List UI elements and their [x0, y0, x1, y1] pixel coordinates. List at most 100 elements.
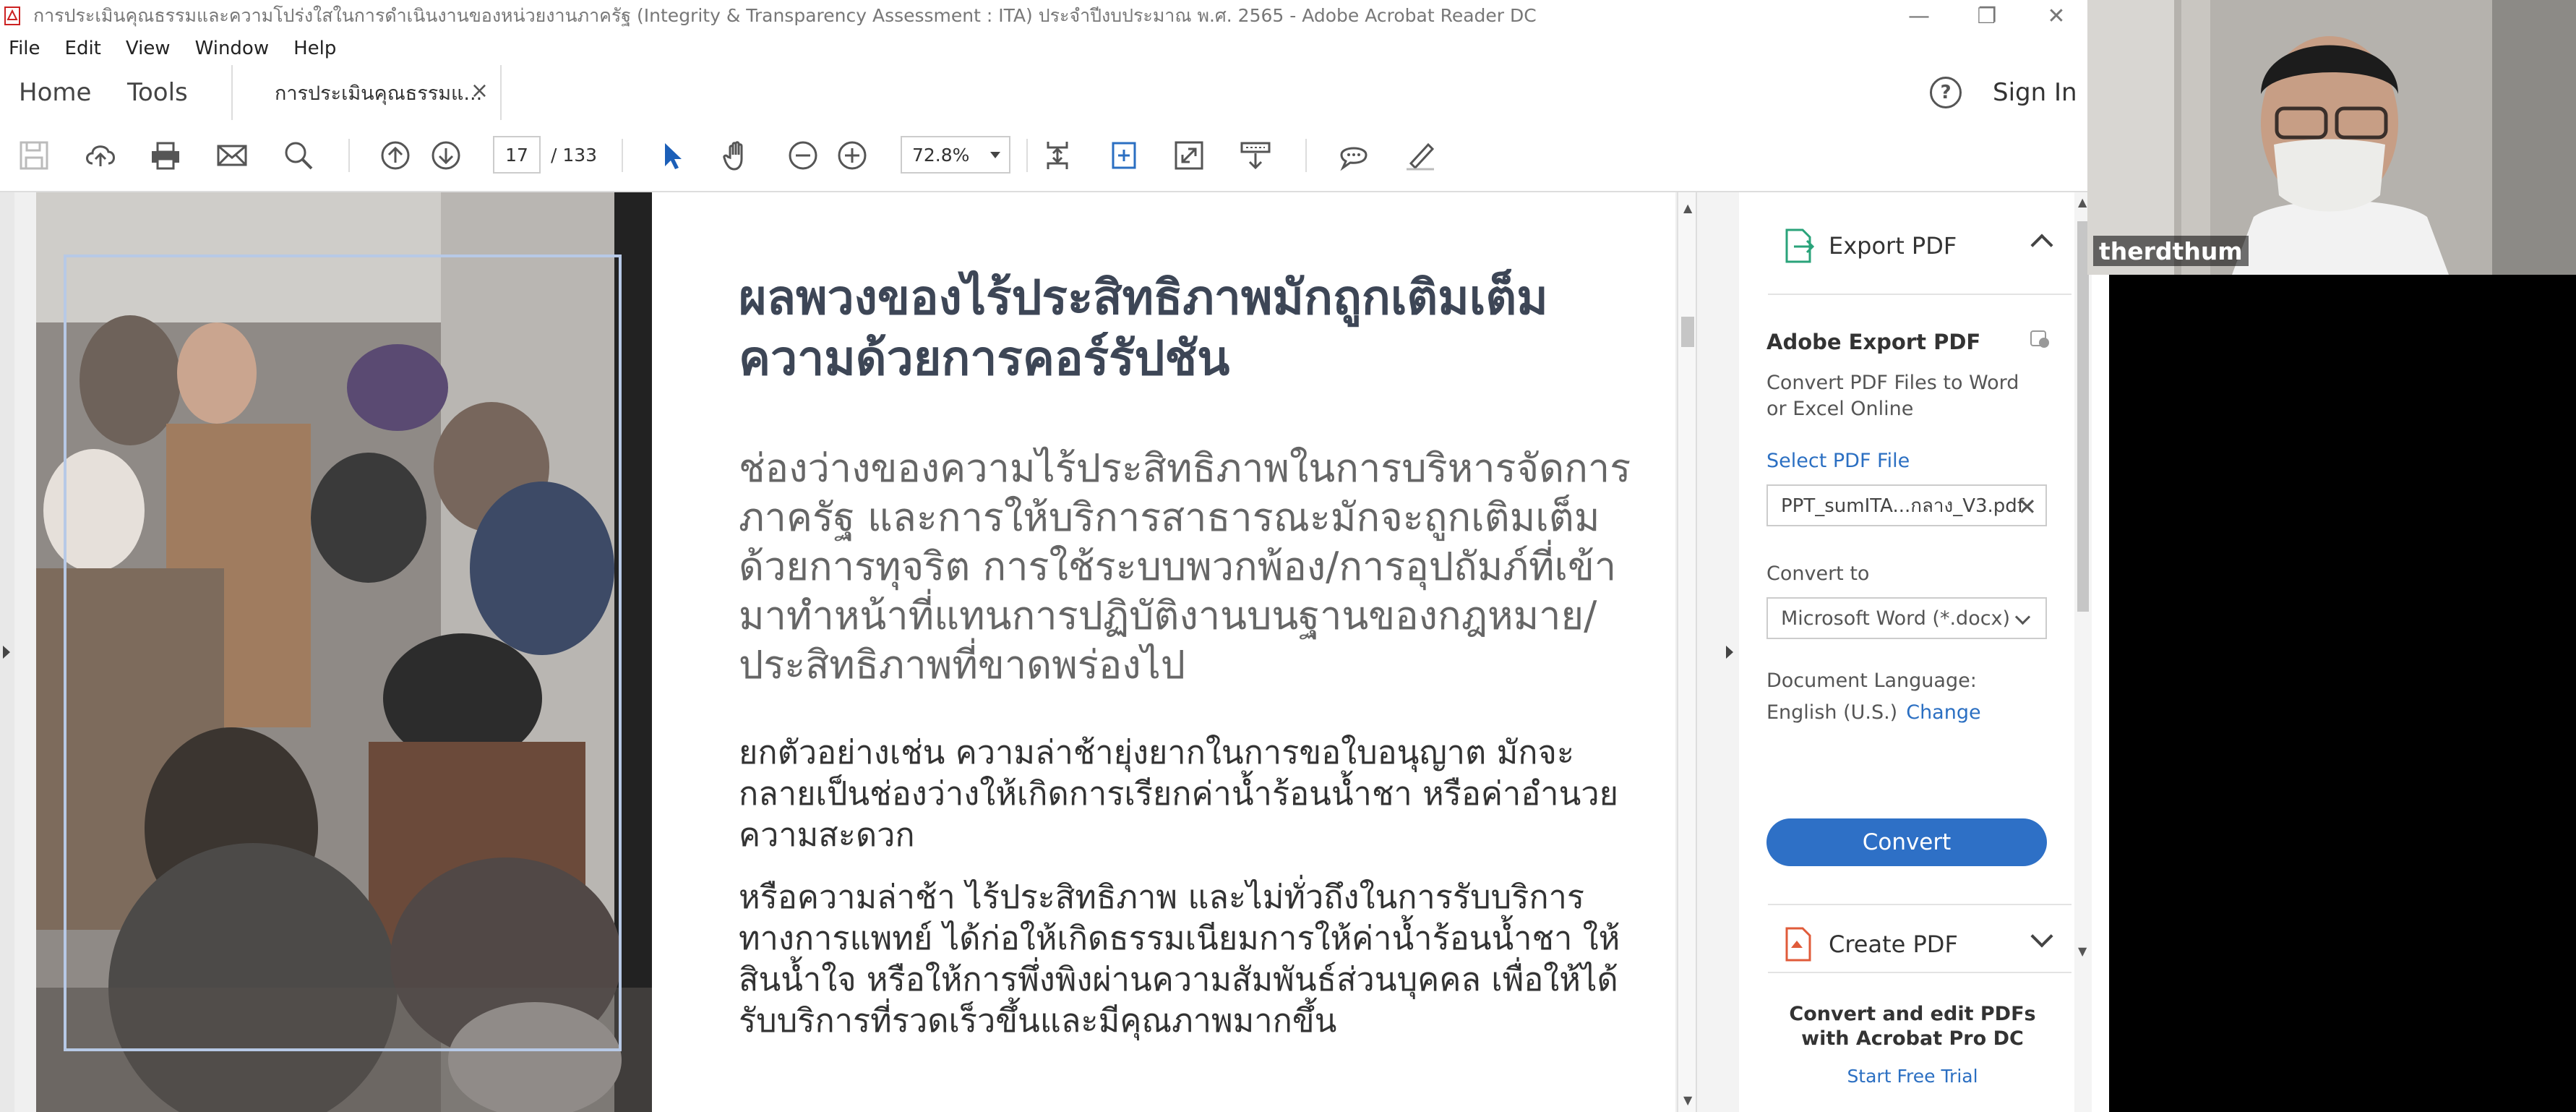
- video-thumbnail: therdthum: [2087, 0, 2576, 275]
- create-pdf-header[interactable]: Create PDF: [1782, 924, 2053, 965]
- convert-to-label: Convert to: [1766, 563, 1870, 585]
- full-screen-icon[interactable]: [1171, 137, 1207, 174]
- scroll-down-icon[interactable]: ▼: [1683, 1093, 1692, 1107]
- slide-paragraph-2: ยกตัวอย่างเช่น ความล่าช้ายุ่งยากในการขอใ…: [739, 733, 1618, 854]
- export-description: Convert PDF Files to Word or Excel Onlin…: [1766, 372, 2019, 420]
- right-pane-toggle[interactable]: [1696, 192, 1740, 1112]
- zoom-level-select[interactable]: 72.8%: [901, 136, 1010, 174]
- menu-help[interactable]: Help: [293, 38, 336, 59]
- sign-in-button[interactable]: Sign In: [1993, 65, 2077, 120]
- scroll-up-icon[interactable]: ▲: [2078, 195, 2087, 209]
- window-title: การประเมินคุณธรรมและความโปร่งใสในการดำเน…: [33, 5, 1537, 26]
- select-pdf-file-link[interactable]: Select PDF File: [1766, 450, 1910, 472]
- chevron-down-icon[interactable]: [2030, 925, 2053, 948]
- page-number-input[interactable]: 17: [493, 136, 541, 174]
- comment-icon[interactable]: [1336, 137, 1372, 174]
- export-pdf-icon: [1785, 228, 1814, 263]
- create-pdf-icon: [1785, 927, 1811, 962]
- acrobat-window: การประเมินคุณธรรมและความโปร่งใสในการดำเน…: [0, 0, 2109, 1112]
- toolbar: 17 / 133 72.8%: [0, 120, 2109, 192]
- tools-pane: Export PDF Adobe Export PDF Convert PDF …: [1739, 192, 2087, 1112]
- page-down-icon[interactable]: [428, 137, 464, 174]
- create-pdf-title: Create PDF: [1829, 931, 1958, 958]
- hand-icon[interactable]: [718, 137, 755, 174]
- menu-edit[interactable]: Edit: [65, 38, 101, 59]
- pro-promo-text: Convert and edit PDFs with Acrobat Pro D…: [1789, 1003, 2036, 1050]
- menu-file[interactable]: File: [9, 38, 40, 59]
- document-language-label: Document Language:: [1766, 670, 1977, 692]
- crowd-photo: [36, 192, 652, 1112]
- language-value: English (U.S.): [1766, 701, 1898, 724]
- chevron-up-icon[interactable]: [2030, 234, 2053, 257]
- chevron-down-icon: [2014, 609, 2031, 625]
- scroll-mode-icon[interactable]: [1237, 137, 1274, 174]
- highlight-pen-icon[interactable]: [1402, 137, 1438, 174]
- convert-button[interactable]: Convert: [1766, 818, 2047, 866]
- selected-file-field[interactable]: PPT_sumITA...กลาง_V3.pdf ✕: [1766, 484, 2047, 526]
- participant-video: [2087, 0, 2576, 275]
- export-settings-icon[interactable]: [2028, 327, 2051, 350]
- page-total: / 133: [551, 144, 598, 166]
- toolbar-separator: [348, 139, 350, 172]
- toolbar-separator: [622, 139, 623, 172]
- tab-document[interactable]: การประเมินคุณธรรมแ... ×: [231, 65, 502, 120]
- fit-page-icon[interactable]: [1039, 137, 1076, 174]
- collapse-arrow-icon: [1726, 646, 1733, 659]
- zoom-out-icon[interactable]: [785, 137, 821, 174]
- zoom-level-value: 72.8%: [912, 144, 970, 166]
- slide-paragraph-3: หรือความล่าช้า ไร้ประสิทธิภาพ และไม่ทั่ว…: [739, 878, 1620, 1040]
- adobe-export-pdf-title: Adobe Export PDF: [1766, 330, 1981, 354]
- page-up-icon[interactable]: [377, 137, 413, 174]
- tools-pane-scrollbar[interactable]: ▲ ▼: [2074, 192, 2092, 1112]
- acrobat-logo-icon: [3, 7, 22, 25]
- photo-frame: [64, 255, 622, 1051]
- title-bar: การประเมินคุณธรรมและความโปร่งใสในการดำเน…: [0, 0, 2109, 32]
- close-tab-icon[interactable]: ×: [471, 78, 489, 103]
- slide-paragraph-1: ช่องว่างของความไร้ประสิทธิภาพในการบริหาร…: [739, 445, 1631, 688]
- panel-divider: [1768, 294, 2071, 295]
- export-pdf-header[interactable]: Export PDF: [1782, 226, 2053, 266]
- slide-heading: ผลพวงของไร้ประสิทธิภาพมักถูกเติมเต็มความ…: [739, 270, 1548, 386]
- toolbar-separator: [1305, 139, 1307, 172]
- panel-divider: [1768, 972, 2071, 973]
- document-scrollbar[interactable]: ▲ ▼: [1677, 192, 1697, 1112]
- document-viewport[interactable]: ผลพวงของไร้ประสิทธิภาพมักถูกเติมเต็มความ…: [0, 192, 1697, 1112]
- scroll-down-icon[interactable]: ▼: [2078, 944, 2087, 958]
- start-free-trial-link[interactable]: Start Free Trial: [1768, 1066, 2057, 1087]
- close-button[interactable]: ✕: [2017, 0, 2096, 32]
- participant-name: therdthum: [2093, 236, 2249, 266]
- menu-bar: File Edit View Window Help: [0, 32, 2109, 65]
- zoom-in-icon[interactable]: [834, 137, 870, 174]
- menu-view[interactable]: View: [126, 38, 171, 59]
- selected-file-name: PPT_sumITA...กลาง_V3.pdf: [1781, 495, 2024, 517]
- print-icon[interactable]: [147, 137, 184, 174]
- search-icon[interactable]: [280, 137, 317, 174]
- scroll-up-icon[interactable]: ▲: [1683, 201, 1692, 215]
- tab-document-label: การประเมินคุณธรรมแ...: [275, 82, 483, 105]
- tab-bar: Home Tools การประเมินคุณธรรมแ... × ? Sig…: [0, 65, 2109, 121]
- select-cursor-icon[interactable]: [653, 137, 690, 174]
- help-icon[interactable]: ?: [1930, 77, 1962, 108]
- scrollbar-thumb[interactable]: [1681, 317, 1694, 347]
- export-pdf-title: Export PDF: [1829, 232, 1957, 260]
- tab-tools[interactable]: Tools: [127, 65, 188, 120]
- remove-file-icon[interactable]: ✕: [2017, 493, 2037, 521]
- email-icon[interactable]: [214, 137, 250, 174]
- pdf-page: ผลพวงของไร้ประสิทธิภาพมักถูกเติมเต็มความ…: [36, 192, 1675, 1112]
- upload-icon[interactable]: [82, 137, 119, 174]
- menu-window[interactable]: Window: [195, 38, 270, 59]
- toolbar-separator: [1026, 139, 1028, 172]
- restore-button[interactable]: ❐: [1947, 0, 2027, 32]
- left-pane-toggle[interactable]: [0, 192, 14, 1112]
- scrollbar-thumb[interactable]: [2077, 221, 2089, 612]
- change-language-link[interactable]: Change: [1906, 701, 1980, 724]
- save-icon[interactable]: [16, 137, 52, 174]
- rotate-icon[interactable]: [1106, 137, 1142, 174]
- tab-home[interactable]: Home: [19, 65, 91, 120]
- format-select-value: Microsoft Word (*.docx): [1781, 607, 2011, 630]
- panel-divider: [1768, 904, 2071, 905]
- expand-arrow-icon: [3, 646, 10, 659]
- chevron-down-icon: [990, 152, 1000, 158]
- document-language: English (U.S.) Change: [1766, 701, 1981, 724]
- format-select[interactable]: Microsoft Word (*.docx): [1766, 597, 2047, 639]
